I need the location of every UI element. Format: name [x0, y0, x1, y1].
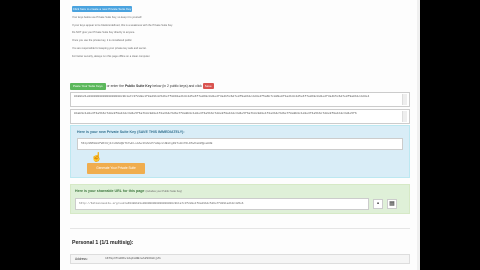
- copy-icon[interactable]: ▪: [373, 199, 383, 209]
- field-scrollbar[interactable]: [402, 94, 407, 105]
- private-key-output[interactable]: 5Kzp9NMiH8fWKtUj1CxRZmQGTbYwhLs4Ae3XdVeP…: [77, 138, 403, 150]
- public-key-field-2[interactable]: 04ab9c1d2e3f4a5b6c7d8e9f0a1b2c3d4e5f6a7b…: [70, 109, 410, 124]
- generate-key-button[interactable]: Generate Your Private Suite: [87, 163, 145, 174]
- suite-page: Click here to create a new Private Suite…: [60, 0, 420, 270]
- intro-line: You are responsible for keeping your pri…: [72, 47, 147, 50]
- address-label: Address:: [75, 257, 88, 261]
- intro-line: If your keys appear to be blank/undefine…: [72, 24, 173, 27]
- step-text-after: below (in 2 public keys) and click: [152, 84, 202, 88]
- public-key-value-2: 04ab9c1d2e3f4a5b6c7d8e9f0a1b2c3d4e5f6a7b…: [74, 112, 357, 115]
- paste-keys-button[interactable]: Paste Your Suite Keys: [70, 82, 106, 90]
- intro-line: Do NOT give your Private Suite Key direc…: [72, 31, 136, 34]
- share-subtitle: (includes your Public Suite Key): [145, 190, 183, 193]
- step-strong-text: Public Suite Key: [124, 84, 152, 88]
- create-key-button[interactable]: Click here to create a new Private Suite…: [72, 6, 132, 12]
- step-instruction: Paste Your Suite Keys or enter the Publi…: [70, 82, 410, 90]
- section-divider: [70, 228, 410, 229]
- share-url-panel: Here is your shareable URL for this page…: [70, 184, 410, 214]
- field-scrollbar[interactable]: [402, 111, 407, 122]
- save-button[interactable]: Save: [202, 83, 214, 90]
- public-key-value-1: 0488b21e000000000000000000c9b1a7c3f2d8e1…: [74, 95, 370, 98]
- public-key-field-1[interactable]: 0488b21e000000000000000000c9b1a7c3f2d8e1…: [70, 92, 410, 107]
- share-title-text: Here is your shareable URL for this page: [75, 189, 145, 193]
- step-text-before: or enter the: [106, 84, 124, 88]
- address-value[interactable]: 1KTGpXfm2RKvJAqFmNBzwh2S69HnjZ1: [105, 255, 161, 263]
- private-key-panel: Here is your new Private Suite Key (SAVE…: [70, 125, 410, 178]
- share-url-title: Here is your shareable URL for this page…: [75, 189, 182, 193]
- intro-line: Your keys below use Private Suite Key, s…: [72, 16, 143, 19]
- qr-code-icon[interactable]: ▦: [387, 199, 397, 209]
- personal-section-title: Personal 1 (1/1 multisig):: [72, 240, 134, 246]
- intro-line: Once you use the private key, it is cons…: [72, 39, 133, 42]
- private-key-panel-title: Here is your new Private Suite Key (SAVE…: [77, 130, 185, 134]
- pointer-hand-icon: ☝: [91, 152, 103, 162]
- page-scrollbar[interactable]: [417, 0, 420, 270]
- address-row: Address: 1KTGpXfm2RKvJAqFmNBzwh2S69HnjZ1: [70, 254, 410, 264]
- share-url-field[interactable]: http://bitcoinsuite.org/suite#0488b21e00…: [75, 198, 369, 210]
- intro-line: For better security, always run this pag…: [72, 55, 151, 58]
